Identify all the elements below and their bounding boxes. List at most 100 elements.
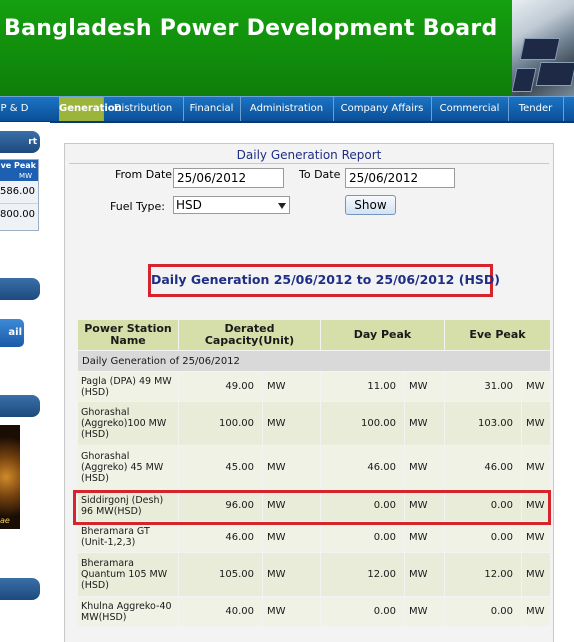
report-heading-highlight: Daily Generation 25/06/2012 to 25/06/201…	[148, 264, 500, 297]
peak-value-1: 586.00	[0, 186, 35, 197]
derated-unit: MW	[262, 371, 321, 402]
eve-peak-value: 0.00	[444, 489, 522, 522]
day-peak-unit: MW	[404, 401, 445, 446]
day-peak-value: 100.00	[320, 401, 405, 446]
table-row-highlighted: Siddirgonj (Desh) 96 MW(HSD) 96.00 MW 0.…	[77, 489, 551, 522]
day-peak-unit: MW	[404, 596, 445, 627]
derated-unit: MW	[262, 401, 321, 446]
nav-item-generation[interactable]: Generation	[59, 97, 122, 121]
derated-unit: MW	[262, 596, 321, 627]
header-photo	[512, 0, 574, 96]
eve-peak-unit: MW	[521, 401, 551, 446]
fuel-type-select[interactable]: HSD	[173, 196, 290, 214]
eve-peak-unit: MW	[521, 445, 551, 490]
derated-unit: MW	[262, 521, 321, 553]
col-header-eve-peak: Eve Peak	[444, 319, 551, 351]
title-divider	[69, 163, 549, 164]
eve-peak-value: 46.00	[444, 445, 522, 490]
from-date-input[interactable]: 25/06/2012	[173, 168, 284, 188]
eve-peak-value: 0.00	[444, 521, 522, 553]
sidebar-widget-header-3	[0, 395, 40, 417]
site-header: Bangladesh Power Development Board	[0, 0, 574, 96]
day-peak-unit: MW	[404, 371, 445, 402]
table-row: Pagla (DPA) 49 MW (HSD) 49.00 MW 11.00 M…	[77, 371, 551, 402]
sidebar-widget-header: rt	[0, 131, 40, 153]
derated-unit: MW	[262, 552, 321, 597]
derated-value: 100.00	[178, 401, 263, 446]
eve-peak-value: 103.00	[444, 401, 522, 446]
derated-value: 46.00	[178, 521, 263, 553]
left-sidebar: rt ve Peak MW 586.00 800.00 ail ae	[0, 122, 50, 641]
derated-value: 105.00	[178, 552, 263, 597]
sidebar-photo: ae	[0, 425, 20, 529]
webmail-button[interactable]: ail	[0, 319, 24, 347]
group-row-label: Daily Generation of 25/06/2012	[77, 350, 551, 372]
day-peak-unit: MW	[404, 445, 445, 490]
station-name: Khulna Aggreko-40 MW(HSD)	[77, 596, 179, 627]
day-peak-value: 0.00	[320, 521, 405, 553]
sidebar-peak-box: ve Peak MW 586.00 800.00	[0, 159, 39, 231]
col-header-derated: Derated Capacity(Unit)	[178, 319, 321, 351]
show-button[interactable]: Show	[345, 195, 396, 215]
col-header-day-peak: Day Peak	[320, 319, 445, 351]
nav-item-administration[interactable]: Administration	[240, 97, 334, 121]
fuel-type-value: HSD	[176, 198, 202, 212]
table-row: Bheramara Quantum 105 MW (HSD) 105.00 MW…	[77, 552, 551, 597]
eve-peak-unit: MW	[521, 371, 551, 402]
eve-peak-unit: MW	[521, 489, 551, 522]
fuel-type-label: Fuel Type:	[110, 200, 165, 213]
derated-value: 49.00	[178, 371, 263, 402]
nav-item-distribution[interactable]: Distribution	[103, 97, 184, 121]
from-date-label: From Date	[115, 168, 173, 181]
derated-unit: MW	[262, 445, 321, 490]
station-name: Bheramara Quantum 105 MW (HSD)	[77, 552, 179, 597]
station-name: Pagla (DPA) 49 MW (HSD)	[77, 371, 179, 402]
sidebar-widget-header-2	[0, 278, 40, 300]
sidebar-widget-header-4	[0, 578, 40, 600]
peak-unit: MW	[0, 172, 38, 181]
peak-value-2: 800.00	[0, 203, 38, 226]
chevron-down-icon	[278, 203, 286, 209]
generation-table: Power Station Name Derated Capacity(Unit…	[77, 319, 551, 627]
day-peak-unit: MW	[404, 552, 445, 597]
day-peak-value: 0.00	[320, 489, 405, 522]
day-peak-unit: MW	[404, 521, 445, 553]
derated-value: 45.00	[178, 445, 263, 490]
nav-spacer	[29, 97, 59, 121]
station-name: Siddirgonj (Desh) 96 MW(HSD)	[77, 489, 179, 522]
eve-peak-value: 0.00	[444, 596, 522, 627]
station-name: Bheramara GT (Unit-1,2,3)	[77, 521, 179, 553]
eve-peak-value: 12.00	[444, 552, 522, 597]
to-date-input[interactable]: 25/06/2012	[345, 168, 455, 188]
report-heading: Daily Generation 25/06/2012 to 25/06/201…	[151, 272, 500, 287]
table-row: Ghorashal (Aggreko) 45 MW (HSD) 45.00 MW…	[77, 445, 551, 490]
nav-item-tender[interactable]: Tender	[508, 97, 564, 121]
station-name: Ghorashal (Aggreko) 45 MW (HSD)	[77, 445, 179, 490]
eve-peak-unit: MW	[521, 596, 551, 627]
nav-item-pd[interactable]: P & D	[0, 97, 30, 121]
day-peak-value: 12.00	[320, 552, 405, 597]
eve-peak-unit: MW	[521, 521, 551, 553]
report-title: Daily Generation Report	[236, 148, 382, 162]
table-row: Bheramara GT (Unit-1,2,3) 46.00 MW 0.00 …	[77, 521, 551, 553]
table-row: Ghorashal (Aggreko)100 MW (HSD) 100.00 M…	[77, 401, 551, 446]
site-title: Bangladesh Power Development Board	[4, 16, 498, 41]
nav-item-company-affairs[interactable]: Company Affairs	[333, 97, 432, 121]
eve-peak-value: 31.00	[444, 371, 522, 402]
col-header-name: Power Station Name	[77, 319, 179, 351]
main-nav: P & D Generation Distribution Financial …	[0, 96, 574, 123]
nav-item-commercial[interactable]: Commercial	[431, 97, 509, 121]
nav-item-financial[interactable]: Financial	[183, 97, 241, 121]
derated-value: 96.00	[178, 489, 263, 522]
to-date-label: To Date	[299, 168, 341, 181]
station-name: Ghorashal (Aggreko)100 MW (HSD)	[77, 401, 179, 446]
day-peak-value: 46.00	[320, 445, 405, 490]
day-peak-unit: MW	[404, 489, 445, 522]
peak-label: ve Peak	[0, 160, 38, 172]
derated-unit: MW	[262, 489, 321, 522]
day-peak-value: 0.00	[320, 596, 405, 627]
derated-value: 40.00	[178, 596, 263, 627]
day-peak-value: 11.00	[320, 371, 405, 402]
table-row: Khulna Aggreko-40 MW(HSD) 40.00 MW 0.00 …	[77, 596, 551, 627]
eve-peak-unit: MW	[521, 552, 551, 597]
